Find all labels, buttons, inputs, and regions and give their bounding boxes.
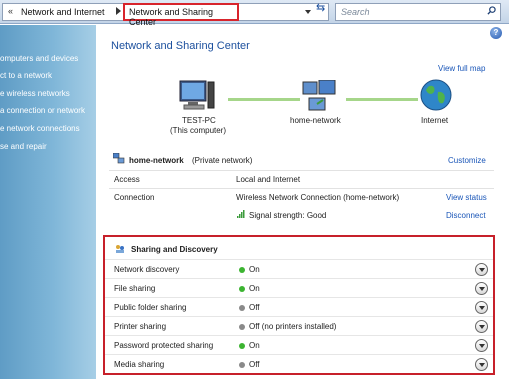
signal-strength-icon <box>237 210 245 218</box>
setting-name: Printer sharing <box>114 322 167 331</box>
sharing-row-network-discovery: Network discovery On <box>105 259 493 278</box>
expand-chevron-icon[interactable] <box>475 263 488 276</box>
expand-chevron-icon[interactable] <box>475 320 488 333</box>
setting-name: Public folder sharing <box>114 303 187 312</box>
search-input[interactable]: Search <box>335 3 501 21</box>
network-small-icon <box>113 153 125 164</box>
map-link-line <box>228 98 300 101</box>
view-full-map-link[interactable]: View full map <box>438 64 485 73</box>
expand-chevron-icon[interactable] <box>475 358 488 371</box>
customize-link[interactable]: Customize <box>448 156 486 165</box>
setting-name: Network discovery <box>114 265 180 274</box>
address-bar: « Network and Internet Network and Shari… <box>0 0 509 27</box>
computer-subtitle: (This computer) <box>170 126 227 135</box>
search-icon[interactable] <box>487 6 496 15</box>
setting-state: On <box>249 265 260 274</box>
internet-label: Internet <box>421 116 449 125</box>
setting-state: On <box>249 284 260 293</box>
setting-name: File sharing <box>114 284 156 293</box>
sharing-row-printer-sharing: Printer sharing Off (no printers install… <box>105 316 493 335</box>
divider <box>109 188 494 189</box>
sidebar-item-manage-connections[interactable]: e network connections <box>0 124 80 133</box>
expand-chevron-icon[interactable] <box>475 301 488 314</box>
setting-name: Password protected sharing <box>114 341 214 350</box>
double-chevron-left-icon[interactable]: « <box>8 6 13 16</box>
expand-chevron-icon[interactable] <box>475 282 488 295</box>
sidebar-item-setup-connection[interactable]: a connection or network <box>0 106 85 115</box>
sidebar-item-manage-wireless[interactable]: e wireless networks <box>0 89 70 98</box>
sidebar-item-connect-to-network[interactable]: ct to a network <box>0 71 52 80</box>
chevron-down-icon[interactable] <box>305 10 311 14</box>
network-name: home-network <box>129 156 184 165</box>
connection-label: Connection <box>114 193 155 202</box>
sidebar: omputers and devices ct to a network e w… <box>0 25 96 379</box>
sharing-header: Sharing and Discovery <box>131 245 218 254</box>
status-dot-icon <box>239 343 245 349</box>
sharing-and-discovery-panel: Sharing and Discovery Network discovery … <box>103 235 495 375</box>
connection-value: Wireless Network Connection (home-networ… <box>236 193 400 202</box>
globe-icon <box>420 79 452 111</box>
view-status-link[interactable]: View status <box>446 193 487 202</box>
setting-state: Off <box>249 360 260 369</box>
status-dot-icon <box>239 324 245 330</box>
computer-name: TEST-PC <box>182 116 216 125</box>
setting-name: Media sharing <box>114 360 165 369</box>
status-dot-icon <box>239 305 245 311</box>
address-field[interactable]: « Network and Internet Network and Shari… <box>2 3 329 27</box>
sharing-row-public-folder-sharing: Public folder sharing Off <box>105 297 493 316</box>
status-dot-icon <box>239 267 245 273</box>
breadcrumb-arrow-icon[interactable] <box>116 7 121 15</box>
sharing-row-password-protected-sharing: Password protected sharing On <box>105 335 493 354</box>
refresh-icon[interactable]: ⇆ <box>316 1 325 14</box>
expand-chevron-icon[interactable] <box>475 339 488 352</box>
search-placeholder: Search <box>341 7 370 17</box>
setting-state: Off (no printers installed) <box>249 322 337 331</box>
breadcrumb-network-and-sharing-center[interactable]: Network and Sharing Center <box>123 3 239 27</box>
sidebar-item-diagnose-repair[interactable]: se and repair <box>0 142 47 151</box>
map-link-line <box>346 98 418 101</box>
access-label: Access <box>114 175 140 184</box>
setting-state: Off <box>249 303 260 312</box>
status-dot-icon <box>239 286 245 292</box>
breadcrumb-network-and-internet[interactable]: Network and Internet <box>21 7 105 17</box>
setting-state: On <box>249 341 260 350</box>
access-value: Local and Internet <box>236 175 301 184</box>
help-icon[interactable]: ? <box>490 27 502 39</box>
signal-strength: Signal strength: Good <box>249 211 327 220</box>
divider <box>109 170 494 171</box>
disconnect-link[interactable]: Disconnect <box>446 211 486 220</box>
sidebar-item-view-computers[interactable]: omputers and devices <box>0 54 78 63</box>
sharing-row-file-sharing: File sharing On <box>105 278 493 297</box>
sharing-icon <box>116 245 124 253</box>
network-type: (Private network) <box>192 156 253 165</box>
page-title: Network and Sharing Center <box>111 40 250 52</box>
status-dot-icon <box>239 362 245 368</box>
network-name-map: home-network <box>290 116 341 125</box>
network-icon <box>302 80 336 111</box>
sharing-row-media-sharing: Media sharing Off <box>105 354 493 373</box>
computer-icon <box>179 80 215 110</box>
